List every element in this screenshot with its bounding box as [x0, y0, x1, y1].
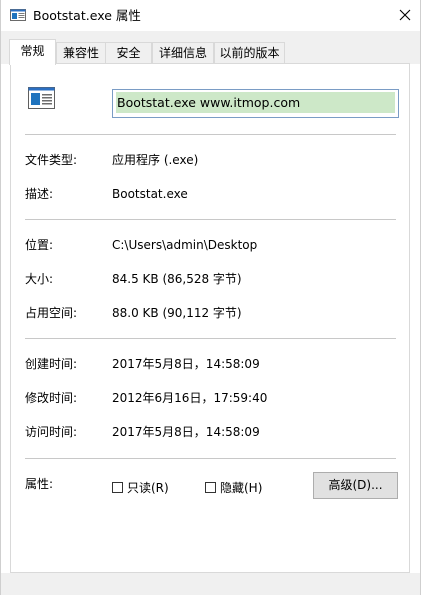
checkbox-icon	[112, 481, 123, 493]
file-name-text: Bootstat.exe www.itmop.com	[116, 92, 395, 113]
accessed-label: 访问时间:	[25, 425, 78, 439]
tab-bar: 常规 兼容性 安全 详细信息 以前的版本	[1, 31, 420, 65]
size-value: 84.5 KB (86,528 字节)	[112, 272, 242, 286]
separator	[25, 134, 396, 135]
accessed-value: 2017年5月8日，14:58:09	[112, 425, 260, 439]
readonly-label: 只读(R)	[127, 480, 169, 495]
attributes-label: 属性:	[25, 477, 54, 491]
created-label: 创建时间:	[25, 357, 78, 371]
description-value: Bootstat.exe	[112, 187, 188, 201]
tab-compatibility[interactable]: 兼容性	[56, 42, 106, 63]
close-button[interactable]	[390, 0, 420, 30]
separator	[25, 338, 396, 339]
close-icon	[399, 9, 411, 21]
tab-details[interactable]: 详细信息	[152, 42, 214, 63]
window-title: Bootstat.exe 属性	[33, 8, 141, 23]
modified-value: 2012年6月16日，17:59:40	[112, 391, 268, 405]
created-value: 2017年5月8日，14:58:09	[112, 357, 260, 371]
size-label: 大小:	[25, 272, 54, 286]
disk-size-label: 占用空间:	[25, 306, 78, 320]
properties-window: Bootstat.exe 属性 常规 兼容性 安全 详细信息 以前的版本 Boo…	[0, 0, 421, 595]
general-panel: Bootstat.exe www.itmop.com 文件类型: 应用程序 (.…	[10, 63, 410, 573]
location-value[interactable]: C:\Users\admin\Desktop	[112, 237, 257, 253]
file-type-value: 应用程序 (.exe)	[112, 153, 199, 167]
disk-size-value: 88.0 KB (90,112 字节)	[112, 306, 242, 320]
separator	[25, 458, 396, 459]
description-label: 描述:	[25, 187, 54, 201]
hidden-checkbox[interactable]: 隐藏(H)	[205, 479, 262, 495]
modified-label: 修改时间:	[25, 391, 78, 405]
dialog-footer	[1, 573, 420, 595]
exe-file-icon	[28, 87, 55, 109]
hidden-label: 隐藏(H)	[220, 480, 263, 495]
readonly-checkbox[interactable]: 只读(R)	[112, 479, 169, 495]
advanced-button[interactable]: 高级(D)...	[313, 472, 398, 499]
checkbox-icon	[205, 481, 216, 493]
tab-general[interactable]: 常规	[9, 39, 56, 65]
tab-security[interactable]: 安全	[105, 42, 152, 63]
file-type-label: 文件类型:	[25, 153, 78, 167]
location-label: 位置:	[25, 238, 54, 252]
title-bar[interactable]: Bootstat.exe 属性	[1, 0, 420, 31]
application-icon	[10, 9, 26, 21]
file-name-input[interactable]: Bootstat.exe www.itmop.com	[112, 89, 399, 118]
tab-previous-versions[interactable]: 以前的版本	[214, 42, 285, 63]
separator	[25, 219, 396, 220]
